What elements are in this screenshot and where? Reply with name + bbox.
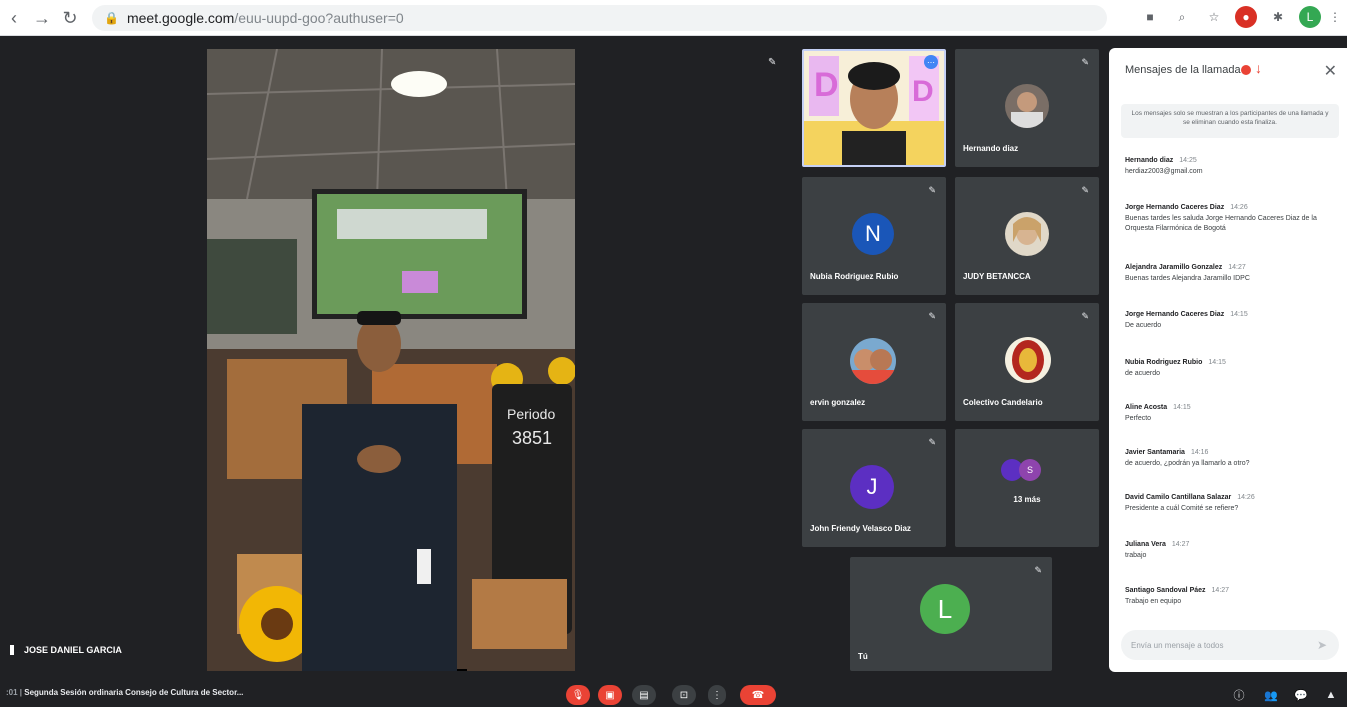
self-name-label: Tú [858, 652, 868, 661]
participant-name-label: Colectivo Candelario [963, 398, 1043, 407]
chat-notice: Los mensajes solo se muestran a los part… [1121, 104, 1339, 138]
chat-panel: Mensajes de la llamada ↓ ✕ Los mensajes … [1109, 48, 1347, 672]
url-path: /euu-uupd-goo?authuser=0 [234, 10, 404, 26]
arrow-down-icon: ↓ [1255, 60, 1262, 76]
extension-red-icon[interactable]: ● [1235, 6, 1257, 28]
chat-message: David Camilo Cantillana Salazar 14:26 Pre… [1125, 494, 1255, 512]
participant-video: D D [804, 51, 944, 165]
chat-message: Alejandra Jaramillo Gonzalez 14:27 Buenas… [1125, 264, 1250, 282]
participant-tile-5[interactable]: ✎ ervin gonzalez [802, 303, 946, 421]
speaker-video-frame: Periodo 3851 [207, 49, 575, 671]
more-participants-count: 13 más [1013, 495, 1041, 504]
participant-tile-2[interactable]: ✎ Hernando diaz [955, 49, 1099, 167]
participant-name-label: Hernando diaz [963, 144, 1019, 153]
chat-message: Jorge Hernando Caceres Diaz 14:15 De acue… [1125, 311, 1248, 329]
participant-photo-avatar [1005, 84, 1049, 128]
participant-tile-7[interactable]: ✎ J John Friendy Velasco Diaz [802, 429, 946, 547]
camera-toggle-button[interactable]: ▣ [598, 685, 622, 705]
mic-off-icon: ✎ [928, 311, 936, 321]
camera-indicator-icon[interactable]: ■ [1139, 6, 1161, 28]
close-icon[interactable]: ✕ [1324, 61, 1337, 81]
chat-message: Jorge Hernando Caceres Diaz 14:26 Buenas … [1125, 204, 1317, 232]
meeting-controls-bar: :01 | Segunda Sesión ordinaria Consejo d… [0, 682, 1347, 707]
participant-tile-1[interactable]: D D ⋯ [802, 49, 946, 167]
chalkboard-text: Periodo [507, 406, 555, 422]
participant-tile-3[interactable]: ✎ N Nubia Rodriguez Rubio [802, 177, 946, 295]
self-tile[interactable]: ✎ L Tú [850, 557, 1052, 671]
star-icon[interactable]: ☆ [1203, 6, 1225, 28]
browser-toolbar: ‹ → ↻ 🔒 meet.google.com /euu-uupd-goo?au… [0, 0, 1347, 36]
mic-toggle-button[interactable]: 🎙 [566, 685, 590, 705]
more-participants-tile[interactable]: S 13 más [955, 429, 1099, 547]
mic-off-icon: ✎ [928, 437, 936, 447]
participant-initial-avatar: N [852, 213, 894, 255]
svg-text:3851: 3851 [512, 428, 552, 448]
reload-icon[interactable]: ↻ [56, 4, 84, 32]
meeting-title: :01 | Segunda Sesión ordinaria Consejo d… [6, 688, 244, 697]
record-indicator-icon [1241, 65, 1251, 75]
participant-name-label: ervin gonzalez [810, 398, 866, 407]
self-initial-avatar: L [920, 584, 970, 634]
svg-text:D: D [814, 66, 839, 104]
participant-initial-avatar: J [850, 465, 894, 509]
menu-dots-icon[interactable]: ⋮ [1329, 6, 1341, 28]
participant-photo-avatar [1005, 212, 1049, 256]
lock-icon: 🔒 [104, 11, 119, 25]
mic-off-icon: ✎ [1081, 311, 1089, 321]
participant-name-label: JUDY BETANCCA [963, 272, 1031, 281]
participant-tile-6[interactable]: ✎ Colectivo Candelario [955, 303, 1099, 421]
address-bar[interactable]: 🔒 meet.google.com /euu-uupd-goo?authuser… [92, 5, 1107, 31]
chat-message: Hernando diaz 14:25 herdiaz2003@gmail.com [1125, 157, 1203, 175]
participant-name-label: Nubia Rodriguez Rubio [810, 272, 899, 281]
send-icon[interactable]: ➤ [1317, 638, 1329, 652]
participant-tile-4[interactable]: ✎ JUDY BETANCCA [955, 177, 1099, 295]
chat-message: Javier Santamaria 14:16 de acuerdo, ¿podr… [1125, 449, 1250, 467]
svg-text:D: D [912, 75, 934, 108]
pin-icon[interactable]: ✎ [768, 57, 776, 68]
mic-off-icon: ✎ [1081, 57, 1089, 67]
chat-message: Aline Acosta 14:15 Perfecto [1125, 404, 1191, 422]
chat-message: Nubia Rodriguez Rubio 14:15 de acuerdo [1125, 359, 1226, 377]
chat-message-input[interactable]: Envía un mensaje a todos ➤ [1121, 630, 1339, 660]
activities-icon[interactable]: ▲ [1322, 686, 1340, 704]
main-speaker-video[interactable]: Periodo 3851 [207, 49, 575, 671]
participant-name-label: John Friendy Velasco Diaz [810, 524, 911, 533]
mic-off-icon: ✎ [1034, 565, 1042, 575]
chat-message: Juliana Vera 14:27 trabajo [1125, 541, 1190, 559]
url-host: meet.google.com [126, 10, 235, 26]
present-button[interactable]: ⊡ [672, 685, 696, 705]
participant-photo-avatar [850, 338, 896, 384]
more-options-button[interactable]: ⋮ [708, 685, 726, 705]
end-call-button[interactable]: ☎ [740, 685, 776, 705]
chat-title: Mensajes de la llamada [1125, 64, 1241, 76]
participant-photo-avatar [1005, 337, 1051, 383]
speaking-indicator-icon: ⋯ [924, 55, 938, 69]
chat-message: Santiago Sandoval Páez 14:27 Trabajo en e… [1125, 587, 1230, 605]
main-speaker-name-label: JOSE DANIEL GARCIA [10, 645, 122, 655]
extension-icons: ■ ⌕ ☆ ● ✱ L ⋮ [1139, 6, 1341, 28]
mic-off-icon: ✎ [928, 185, 936, 195]
zoom-icon[interactable]: ⌕ [1171, 6, 1193, 28]
people-icon[interactable]: 👥 [1262, 686, 1280, 704]
puzzle-icon[interactable]: ✱ [1267, 6, 1289, 28]
mic-off-icon: ✎ [1081, 185, 1089, 195]
more-participants-avatars: S [1001, 459, 1061, 483]
back-icon[interactable]: ‹ [0, 4, 28, 32]
mic-off-icon [10, 645, 14, 655]
captions-button[interactable]: ▤ [632, 685, 656, 705]
profile-avatar-icon[interactable]: L [1299, 6, 1321, 28]
forward-icon[interactable]: → [28, 4, 56, 32]
chat-icon[interactable]: 💬 [1292, 686, 1310, 704]
info-icon[interactable]: ⓘ [1230, 686, 1248, 704]
